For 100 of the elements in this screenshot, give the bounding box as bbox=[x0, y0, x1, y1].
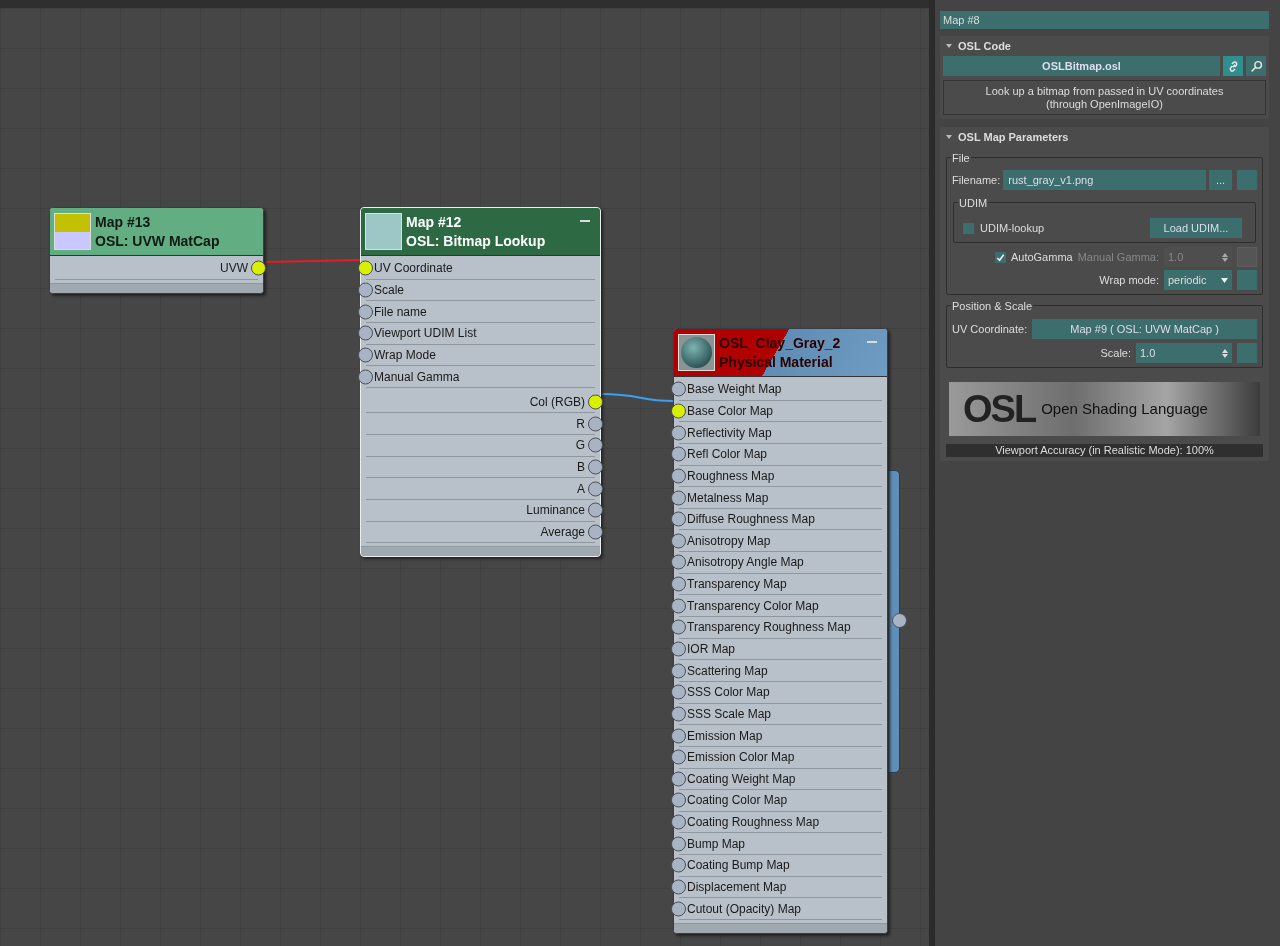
input-label: Reflectivity Map bbox=[686, 424, 772, 442]
checkbox-label: UDIM-lookup bbox=[980, 220, 1045, 236]
input-label: SSS Scale Map bbox=[686, 705, 772, 723]
socket[interactable] bbox=[588, 394, 603, 410]
socket[interactable] bbox=[671, 619, 686, 635]
description-text: Look up a bitmap from passed in UV coordinates (through OpenImageIO) bbox=[943, 80, 1266, 115]
checkbox[interactable] bbox=[994, 251, 1006, 263]
socket[interactable] bbox=[671, 879, 686, 895]
input-label: Anisotropy Map bbox=[686, 532, 771, 550]
node-subtitle: OSL: UVW MatCap bbox=[95, 231, 220, 251]
socket[interactable] bbox=[358, 304, 373, 320]
socket[interactable] bbox=[671, 511, 686, 527]
field-label: Wrap mode: bbox=[1099, 272, 1159, 288]
checkbox-label: AutoGamma bbox=[1010, 249, 1073, 265]
filename-field[interactable]: rust_gray_v1.png bbox=[1003, 170, 1206, 190]
input-label: Anisotropy Angle Map bbox=[686, 554, 804, 572]
node-card[interactable] bbox=[673, 328, 888, 934]
input-label: Coating Bump Map bbox=[686, 857, 790, 875]
socket[interactable] bbox=[358, 347, 373, 363]
node-title: Map #12 bbox=[406, 212, 463, 232]
socket[interactable] bbox=[671, 684, 686, 700]
socket[interactable] bbox=[588, 416, 603, 432]
node-header[interactable]: Map #12 OSL: Bitmap Lookup bbox=[361, 208, 600, 256]
socket[interactable] bbox=[671, 857, 686, 873]
node-card[interactable]: Map #13 OSL: UVW MatCap UVW bbox=[49, 207, 264, 294]
dropdown-arrow-icon bbox=[1221, 277, 1228, 283]
input-label: Manual Gamma bbox=[373, 368, 460, 386]
field-label: UV Coordinate: bbox=[952, 321, 1028, 337]
socket[interactable] bbox=[588, 459, 603, 475]
link-icon[interactable] bbox=[1223, 56, 1243, 76]
spinner-arrows-icon bbox=[1222, 348, 1228, 358]
input-label: Coating Roughness Map bbox=[686, 814, 820, 832]
socket[interactable] bbox=[671, 598, 686, 614]
input-label: File name bbox=[373, 303, 427, 321]
socket[interactable] bbox=[671, 468, 686, 484]
field-label: Manual Gamma: bbox=[1077, 249, 1159, 265]
socket[interactable] bbox=[671, 793, 686, 808]
socket[interactable] bbox=[588, 502, 603, 518]
socket[interactable] bbox=[588, 481, 603, 497]
output-label: G bbox=[575, 437, 586, 455]
output-label: Luminance bbox=[526, 502, 586, 520]
socket[interactable] bbox=[358, 369, 373, 384]
socket[interactable] bbox=[671, 814, 686, 830]
input-label: Transparency Map bbox=[686, 576, 787, 594]
rollout-header[interactable]: OSL Code bbox=[943, 36, 1266, 56]
socket[interactable] bbox=[671, 490, 686, 505]
map-name-field[interactable]: Map #8 bbox=[940, 11, 1269, 29]
uv-map-button[interactable]: Map #9 ( OSL: UVW MatCap ) bbox=[1032, 319, 1257, 339]
node-header[interactable]: Map #13 OSL: UVW MatCap bbox=[50, 208, 263, 256]
socket[interactable] bbox=[671, 901, 686, 917]
wrap-dropdown[interactable]: periodic bbox=[1164, 270, 1232, 290]
socket[interactable] bbox=[671, 728, 686, 744]
input-label: Viewport UDIM List bbox=[373, 325, 477, 343]
socket[interactable] bbox=[588, 524, 603, 540]
spinner-arrows-icon bbox=[1222, 252, 1228, 262]
socket[interactable] bbox=[251, 260, 266, 276]
browse-button[interactable]: ... bbox=[1209, 170, 1232, 190]
input-label: Roughness Map bbox=[686, 467, 775, 485]
field-label: Filename: bbox=[952, 172, 1001, 188]
socket[interactable] bbox=[588, 437, 603, 453]
socket[interactable] bbox=[671, 576, 686, 592]
socket[interactable] bbox=[671, 641, 686, 657]
file-button[interactable]: OSLBitmap.osl bbox=[943, 56, 1220, 76]
input-label: Diffuse Roughness Map bbox=[686, 511, 815, 529]
socket[interactable] bbox=[671, 663, 686, 679]
input-label: Base Color Map bbox=[686, 402, 774, 420]
socket[interactable] bbox=[358, 282, 373, 298]
node-card[interactable]: Map #12 OSL: Bitmap Lookup UV Coordinate Scale File name Viewport UDIM List Wrap Mode Manual Gamma Col (RGB) R G B A Luminance Average bbox=[360, 207, 601, 558]
input-label: Metalness Map bbox=[686, 489, 769, 507]
socket[interactable] bbox=[671, 554, 686, 570]
socket[interactable] bbox=[671, 446, 686, 462]
input-label: Transparency Roughness Map bbox=[686, 619, 851, 637]
input-label: IOR Map bbox=[686, 641, 735, 658]
socket[interactable] bbox=[671, 381, 686, 397]
load-udim-button[interactable]: Load UDIM... bbox=[1150, 218, 1242, 238]
swatch-icon bbox=[54, 213, 91, 250]
input-label: SSS Color Map bbox=[686, 684, 770, 702]
socket[interactable] bbox=[671, 706, 686, 722]
accuracy-bar: Viewport Accuracy (in Realistic Mode): 100% bbox=[946, 444, 1263, 457]
swatch-icon bbox=[365, 213, 402, 250]
rollout-header[interactable]: OSL Map Parameters bbox=[943, 127, 1266, 147]
input-label: Refl Color Map bbox=[686, 446, 768, 464]
socket[interactable] bbox=[671, 403, 686, 419]
socket[interactable] bbox=[358, 260, 373, 276]
socket[interactable] bbox=[671, 533, 686, 549]
socket[interactable] bbox=[671, 771, 686, 787]
node-title: Map #13 bbox=[95, 212, 152, 232]
socket[interactable] bbox=[671, 749, 686, 765]
checkbox[interactable] bbox=[963, 222, 974, 234]
output-label: Col (RGB) bbox=[529, 394, 586, 412]
input-label: Wrap Mode bbox=[373, 346, 436, 364]
socket[interactable] bbox=[671, 425, 686, 441]
socket[interactable] bbox=[671, 836, 686, 852]
output-label: R bbox=[576, 415, 586, 433]
scale-spinner[interactable]: 1.0 bbox=[1136, 343, 1232, 363]
socket[interactable] bbox=[358, 325, 373, 341]
input-label: Emission Map bbox=[686, 727, 763, 745]
search-icon[interactable] bbox=[1246, 56, 1266, 76]
input-label: Base Weight Map bbox=[686, 381, 782, 399]
input-label: Displacement Map bbox=[686, 879, 787, 897]
